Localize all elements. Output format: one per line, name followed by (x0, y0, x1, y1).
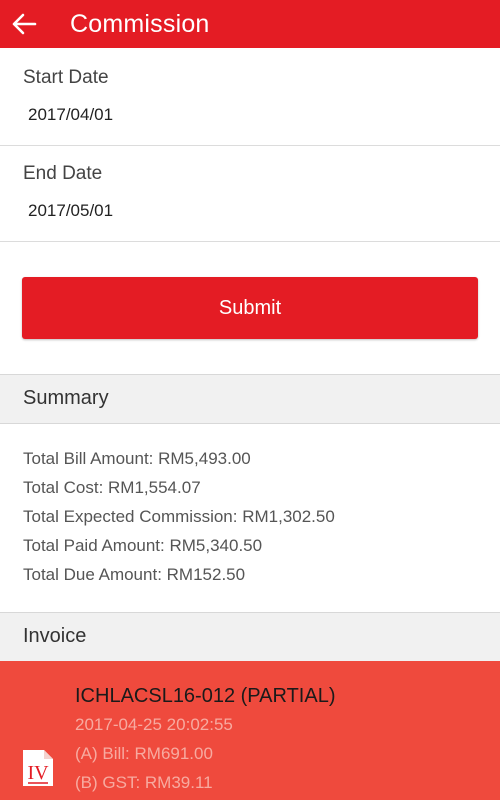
total-paid-amount: Total Paid Amount: RM5,340.50 (23, 536, 263, 555)
invoice-bill: (A) Bill: RM691.00 (75, 744, 213, 763)
invoice-icon-text: IV (27, 762, 49, 784)
invoice-gst: (B) GST: RM39.11 (75, 773, 213, 792)
total-cost: Total Cost: RM1,554.07 (23, 478, 201, 497)
total-bill-amount: Total Bill Amount: RM5,493.00 (23, 449, 251, 468)
invoice-header: Invoice (0, 612, 500, 662)
total-expected-commission: Total Expected Commission: RM1,302.50 (23, 507, 335, 526)
back-button[interactable] (2, 2, 46, 46)
invoice-datetime: 2017-04-25 20:02:55 (75, 715, 233, 734)
end-date-value[interactable]: 2017/05/01 (28, 201, 113, 221)
invoice-title: ICHLACSL16-012 (PARTIAL) (75, 685, 336, 707)
start-date-field[interactable]: Start Date 2017/04/01 (0, 48, 500, 146)
summary-header-label: Summary (23, 387, 109, 409)
start-date-value[interactable]: 2017/04/01 (28, 105, 113, 125)
page-title: Commission (70, 9, 210, 38)
start-date-label: Start Date (23, 67, 109, 88)
summary-header: Summary (0, 374, 500, 424)
submit-button[interactable]: Submit (22, 277, 478, 339)
total-due-amount: Total Due Amount: RM152.50 (23, 565, 246, 584)
invoice-list-item[interactable]: ICHLACSL16-012 (PARTIAL) 2017-04-25 20:0… (0, 661, 500, 800)
invoice-document-icon: IV (23, 750, 53, 786)
invoice-header-label: Invoice (23, 625, 87, 647)
app-bar: Commission (0, 0, 500, 48)
end-date-label: End Date (23, 163, 103, 184)
end-date-field[interactable]: End Date 2017/05/01 (0, 145, 500, 242)
arrow-left-icon (12, 13, 37, 35)
